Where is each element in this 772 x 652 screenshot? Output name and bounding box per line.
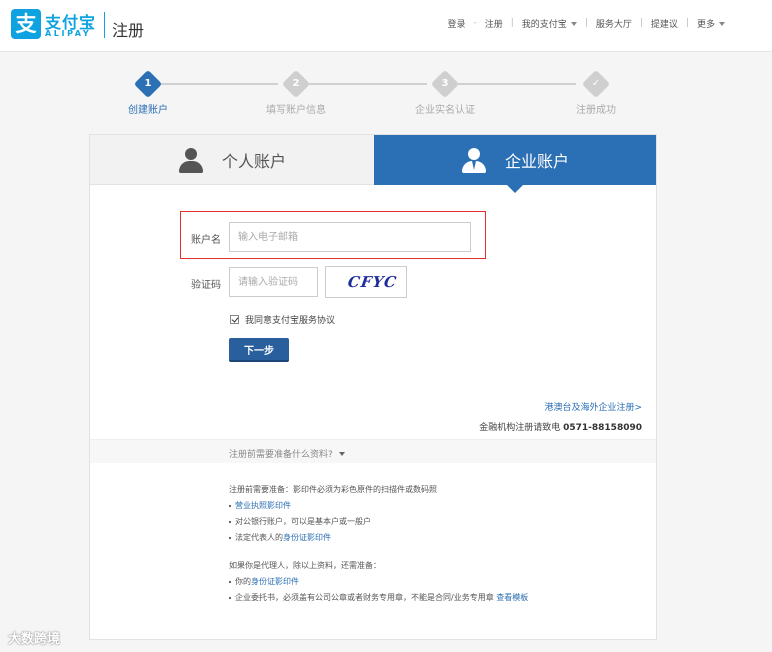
financial-institution-phone: 金融机构注册请致电 0571-88158090: [479, 420, 642, 433]
prep-item: 营业执照影印件: [229, 500, 291, 511]
captcha-text: CFYC: [346, 273, 399, 291]
prep-item-text: 法定代表人的: [235, 533, 283, 542]
tab-personal-account[interactable]: 个人账户: [90, 135, 374, 185]
hk-overseas-register-link[interactable]: 港澳台及海外企业注册>: [544, 400, 642, 413]
top-header: 支 支付宝 ALIPAY 注册 登录 - 注册 | 我的支付宝 | 服务大厅 |…: [0, 0, 772, 52]
registration-steps: 1 2 3 ✓ 创建账户 填写账户信息 企业实名认证 注册成功: [0, 69, 772, 120]
step-2-icon: 2: [281, 69, 311, 99]
step-3-icon: 3: [430, 69, 460, 99]
nav-feedback-link[interactable]: 提建议: [651, 17, 678, 30]
agent-item: 你的身份证影印件: [229, 576, 299, 587]
step-1-icon: 1: [133, 69, 163, 99]
nav-separator: |: [685, 18, 689, 28]
prep-item: 法定代表人的身份证影印件: [229, 532, 331, 543]
step-connector: [309, 83, 427, 85]
chevron-down-icon: [719, 22, 725, 26]
logo-en-text: ALIPAY: [45, 29, 92, 38]
nav-separator: |: [639, 18, 643, 28]
alipay-logo-icon[interactable]: 支: [11, 9, 41, 39]
chevron-down-icon: [570, 22, 577, 26]
step-4-label: 注册成功: [576, 105, 616, 116]
person-icon: [178, 147, 204, 173]
nav-separator: |: [510, 18, 514, 28]
top-nav: 登录 - 注册 | 我的支付宝 | 服务大厅 | 提建议 | 更多: [447, 16, 725, 30]
nav-separator: -: [473, 18, 477, 28]
preparation-toggle-label: 注册前需要准备什么资料?: [229, 450, 333, 460]
nav-service-hall-link[interactable]: 服务大厅: [596, 17, 632, 30]
account-type-tabs: 个人账户 企业账户: [90, 135, 656, 185]
agree-checkbox[interactable]: [230, 315, 239, 324]
nav-my-alipay-menu[interactable]: 我的支付宝: [522, 17, 577, 30]
register-panel: 个人账户 企业账户 账户名 验证码 CFYC 我同意支付宝服务协议 下一步 港澳…: [89, 134, 657, 640]
agent-item: 企业委托书，必须盖有公司公章或者财务专用章，不能是合同/业务专用章 查看模板: [229, 592, 528, 603]
step-1-label: 创建账户: [128, 105, 168, 116]
agent-item-text: 你的: [235, 577, 251, 586]
agent-item-text: 企业委托书，必须盖有公司公章或者财务专用章，不能是合同/业务专用章: [235, 593, 497, 602]
captcha-input[interactable]: [229, 267, 318, 297]
prep-item-text: 对公银行账户，可以是基本户或一般户: [235, 517, 371, 526]
tab-business-account[interactable]: 企业账户: [374, 135, 656, 185]
nav-my-alipay-label: 我的支付宝: [521, 19, 567, 30]
step-3-label: 企业实名认证: [415, 105, 475, 116]
next-step-button[interactable]: 下一步: [229, 338, 289, 362]
nav-login-link[interactable]: 登录: [447, 17, 465, 30]
business-license-link[interactable]: 营业执照影印件: [235, 501, 291, 510]
account-email-input[interactable]: [229, 222, 471, 252]
account-name-label: 账户名: [191, 235, 221, 246]
tab-business-label: 企业账户: [504, 152, 569, 171]
captcha-label: 验证码: [191, 280, 221, 291]
agent-id-link[interactable]: 身份证影印件: [251, 577, 299, 586]
phone-prefix: 金融机构注册请致电: [479, 423, 561, 433]
nav-more-menu[interactable]: 更多: [697, 17, 725, 30]
agent-intro: 如果你是代理人，除以上资料，还需准备：: [229, 561, 381, 570]
tab-personal-label: 个人账户: [221, 151, 286, 171]
captcha-image[interactable]: CFYC: [325, 266, 407, 298]
agreement-row: 我同意支付宝服务协议: [230, 313, 335, 326]
prep-intro: 注册前需要准备：影印件必须为彩色原件的扫描件或数码照: [229, 485, 437, 494]
page-title: 注册: [112, 21, 145, 40]
nav-register-link[interactable]: 注册: [485, 17, 503, 30]
agree-terms-text[interactable]: 我同意支付宝服务协议: [245, 313, 335, 326]
legal-rep-id-link[interactable]: 身份证影印件: [283, 533, 331, 542]
business-person-icon: [461, 147, 487, 173]
prep-item: 对公银行账户，可以是基本户或一般户: [229, 516, 371, 527]
preparation-toggle[interactable]: 注册前需要准备什么资料?: [229, 447, 345, 460]
watermark: 大数跨境: [8, 632, 61, 647]
step-done-check-icon: ✓: [581, 69, 611, 99]
active-tab-pointer: [507, 185, 523, 193]
step-connector: [458, 83, 576, 85]
step-2-label: 填写账户信息: [266, 105, 326, 116]
nav-separator: |: [584, 18, 588, 28]
phone-number: 0571-88158090: [563, 423, 642, 433]
preparation-bar: 注册前需要准备什么资料?: [90, 439, 656, 463]
logo-divider: [104, 12, 105, 38]
nav-more-label: 更多: [696, 19, 715, 30]
step-connector: [160, 83, 278, 85]
view-template-link[interactable]: 查看模板: [496, 593, 528, 602]
chevron-down-icon: [338, 451, 345, 456]
